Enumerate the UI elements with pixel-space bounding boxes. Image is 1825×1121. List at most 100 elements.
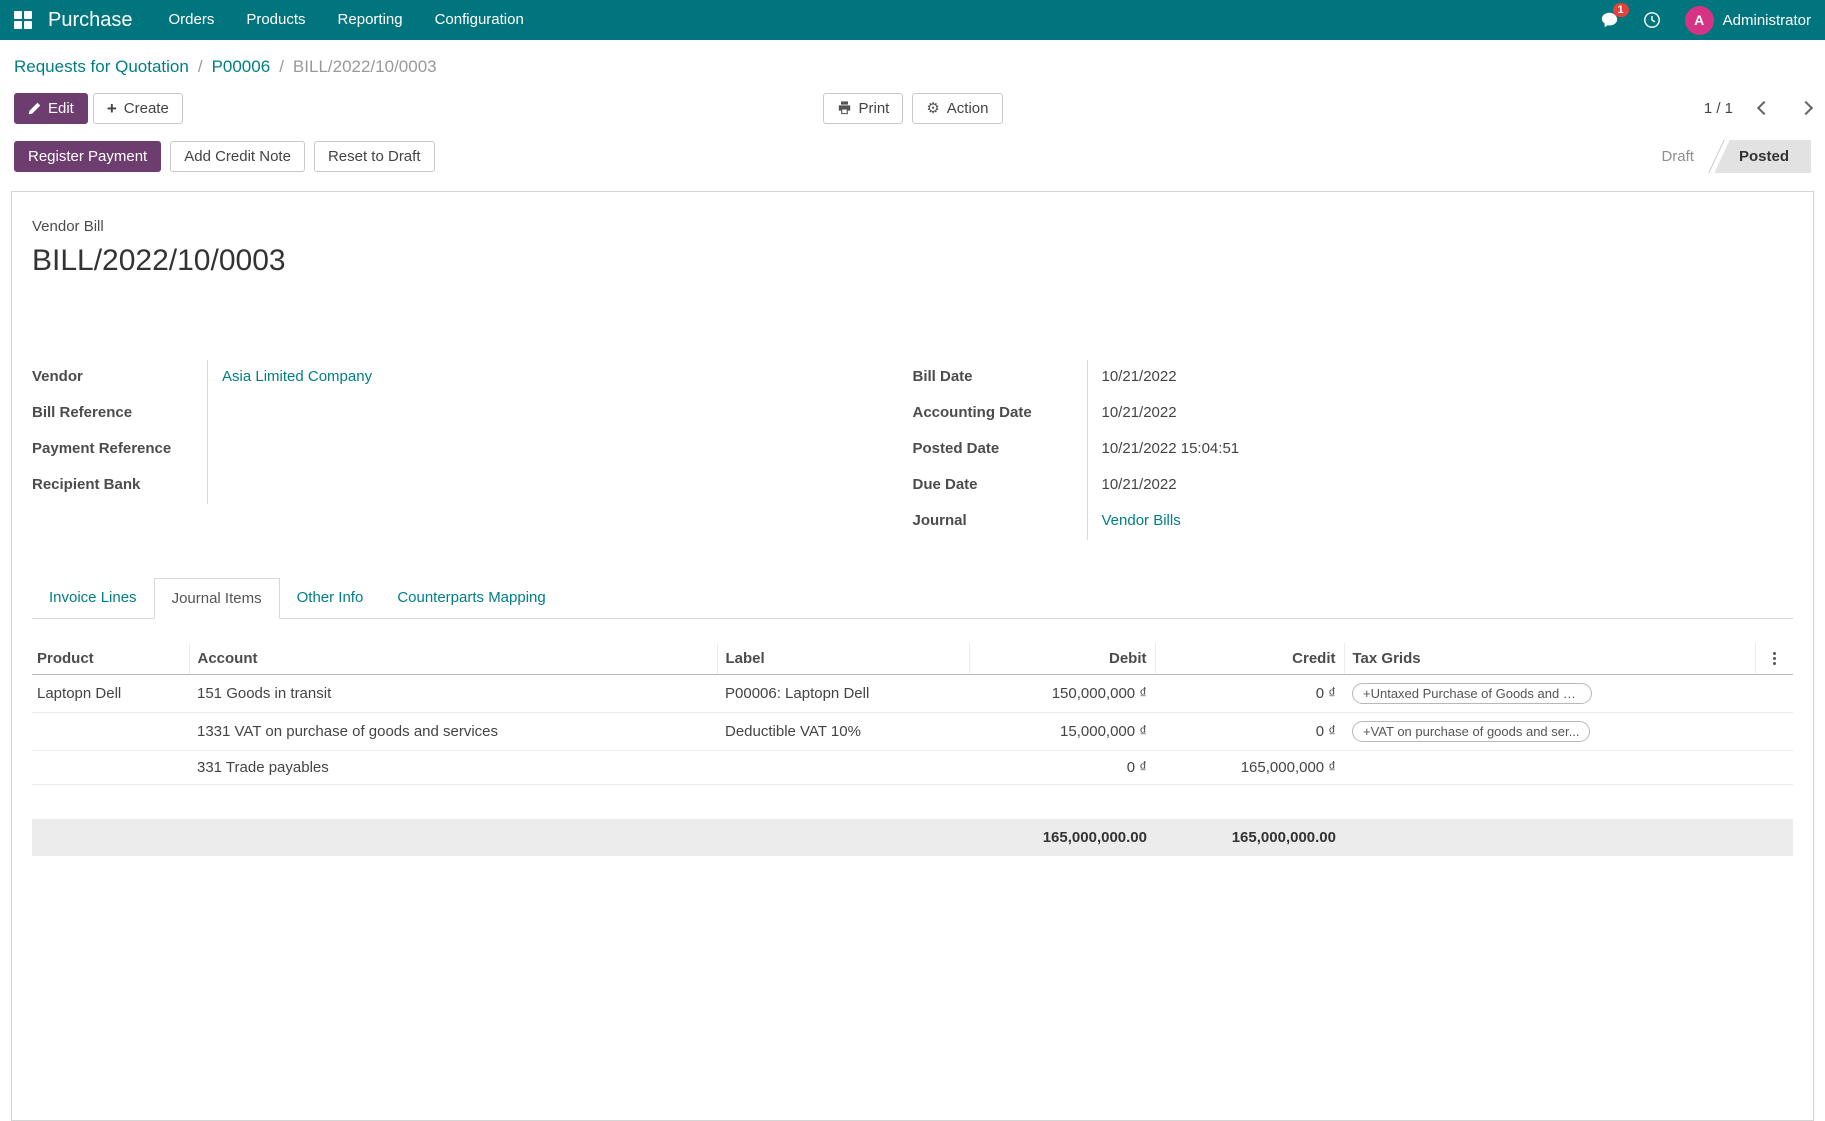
column-header-account[interactable]: Account <box>189 643 718 675</box>
cell-label: Deductible VAT 10% <box>717 712 969 751</box>
tab-invoice-lines[interactable]: Invoice Lines <box>32 578 154 619</box>
cell-debit: 0 ₫ <box>969 750 1155 785</box>
print-button[interactable]: Print <box>822 92 904 124</box>
field-groups: Vendor Asia Limited Company Bill Referen… <box>32 360 1793 540</box>
statusbar-buttons: Register Payment Add Credit Note Reset t… <box>14 141 435 172</box>
record-buttons: Edit + Create <box>14 92 183 124</box>
totals-empty <box>717 818 969 856</box>
edit-button-label: Edit <box>48 99 74 117</box>
plus-icon: + <box>106 98 117 118</box>
cell-options <box>1755 674 1793 713</box>
cell-account: 151 Goods in transit <box>189 674 717 713</box>
breadcrumb-link-p00006[interactable]: P00006 <box>212 57 271 77</box>
field-row-bill-date: Bill Date 10/21/2022 <box>913 360 1383 396</box>
totals-empty <box>1755 818 1793 856</box>
column-header-label[interactable]: Label <box>717 643 970 675</box>
cell-label: P00006: Laptopn Dell <box>717 674 969 713</box>
tab-journal-items[interactable]: Journal Items <box>153 578 280 619</box>
vertical-dots-icon <box>1764 652 1786 665</box>
tax-grid-tag: +VAT on purchase of goods and ser... <box>1352 721 1591 742</box>
user-name: Administrator <box>1722 11 1811 29</box>
add-credit-note-button[interactable]: Add Credit Note <box>170 141 305 172</box>
cell-product <box>32 750 189 785</box>
breadcrumb-link-requests-for-quotation[interactable]: Requests for Quotation <box>14 57 189 77</box>
column-header-product[interactable]: Product <box>32 643 190 675</box>
create-button[interactable]: + Create <box>92 92 183 124</box>
clock-icon <box>1643 12 1660 28</box>
field-row-due-date: Due Date 10/21/2022 <box>913 468 1383 504</box>
totals-empty <box>32 818 189 856</box>
total-debit: 165,000,000.00 <box>969 818 1155 856</box>
breadcrumb: Requests for Quotation / P00006 / BILL/2… <box>0 40 1825 77</box>
field-row-journal: Journal Vendor Bills <box>913 504 1383 540</box>
field-label: Due Date <box>912 476 978 493</box>
nav-item-orders[interactable]: Orders <box>169 0 215 40</box>
due-date-value: 10/21/2022 <box>1101 476 1177 493</box>
status-step-draft[interactable]: Draft <box>1639 140 1716 173</box>
breadcrumb-separator: / <box>279 57 284 76</box>
control-panel: Edit + Create Print ⚙ Action 1 / 1 <box>0 92 1825 124</box>
field-value-cell: 10/21/2022 <box>1086 360 1383 396</box>
register-payment-button[interactable]: Register Payment <box>14 141 162 172</box>
table-row[interactable]: 1331 VAT on purchase of goods and servic… <box>32 712 1793 751</box>
message-count-badge: 1 <box>1612 3 1629 17</box>
print-button-label: Print <box>858 99 890 117</box>
vendor-link[interactable]: Asia Limited Company <box>222 368 372 385</box>
cell-debit: 15,000,000 ₫ <box>969 712 1155 751</box>
action-button-label: Action <box>946 99 989 117</box>
field-label: Posted Date <box>912 440 1000 457</box>
column-options-button[interactable] <box>1755 643 1793 675</box>
field-value-cell: Asia Limited Company <box>207 360 913 396</box>
cell-product: Laptopn Dell <box>32 674 189 713</box>
field-label: Recipient Bank <box>32 476 141 493</box>
cell-credit: 0 ₫ <box>1155 712 1344 751</box>
pencil-icon <box>28 102 41 114</box>
journal-link[interactable]: Vendor Bills <box>1102 512 1181 529</box>
edit-button[interactable]: Edit <box>14 92 88 124</box>
systray: 1 A Administrator <box>1600 3 1811 35</box>
field-label: Bill Reference <box>32 404 133 421</box>
activities-icon[interactable] <box>1643 11 1661 29</box>
posted-date-value: 10/21/2022 15:04:51 <box>1101 440 1240 457</box>
nav-item-reporting[interactable]: Reporting <box>338 0 403 40</box>
pager-previous-icon[interactable] <box>1756 100 1772 116</box>
field-value-cell: 10/21/2022 15:04:51 <box>1086 432 1383 468</box>
reset-to-draft-button[interactable]: Reset to Draft <box>313 141 435 172</box>
messages-icon[interactable]: 1 <box>1600 3 1629 29</box>
tab-counterparts-mapping[interactable]: Counterparts Mapping <box>380 578 562 619</box>
field-row-payment-reference: Payment Reference <box>32 432 913 468</box>
avatar: A <box>1684 5 1714 35</box>
table-spacer-row <box>32 784 1793 819</box>
cell-product <box>32 712 189 751</box>
cell-account: 331 Trade payables <box>189 750 717 785</box>
field-row-bill-reference: Bill Reference <box>32 396 913 432</box>
pager-next-icon[interactable] <box>1798 100 1814 116</box>
bill-date-value: 10/21/2022 <box>1101 368 1177 385</box>
field-value-cell <box>207 396 913 432</box>
column-header-debit[interactable]: Debit <box>969 643 1156 675</box>
apps-menu-icon[interactable] <box>14 11 32 29</box>
pager: 1 / 1 <box>1704 100 1814 117</box>
user-menu[interactable]: A Administrator <box>1684 5 1811 35</box>
tab-other-info[interactable]: Other Info <box>280 578 381 619</box>
form-sheet: Vendor Bill BILL/2022/10/0003 Vendor Asi… <box>11 191 1814 1121</box>
action-button[interactable]: ⚙ Action <box>912 92 1003 124</box>
nav-item-products[interactable]: Products <box>246 0 305 40</box>
app-name[interactable]: Purchase <box>48 9 133 32</box>
document-buttons: Print ⚙ Action <box>822 92 1003 124</box>
totals-empty <box>189 818 717 856</box>
field-label: Payment Reference <box>32 440 172 457</box>
column-header-credit[interactable]: Credit <box>1155 643 1345 675</box>
table-row[interactable]: Laptopn Dell 151 Goods in transit P00006… <box>32 674 1793 713</box>
nav-item-configuration[interactable]: Configuration <box>435 0 524 40</box>
journal-items-table: Product Account Label Debit Credit Tax G… <box>32 643 1793 856</box>
cell-label <box>717 750 969 785</box>
cell-tax-grids: +Untaxed Purchase of Goods and S... <box>1344 674 1755 713</box>
field-label: Vendor <box>32 368 83 385</box>
total-credit: 165,000,000.00 <box>1155 818 1344 856</box>
table-row[interactable]: 331 Trade payables 0 ₫ 165,000,000 ₫ <box>32 750 1793 785</box>
status-step-posted[interactable]: Posted <box>1717 140 1811 173</box>
column-header-tax-grids[interactable]: Tax Grids <box>1344 643 1756 675</box>
status-widget: Draft Posted <box>1639 140 1811 173</box>
field-row-recipient-bank: Recipient Bank <box>32 468 913 504</box>
